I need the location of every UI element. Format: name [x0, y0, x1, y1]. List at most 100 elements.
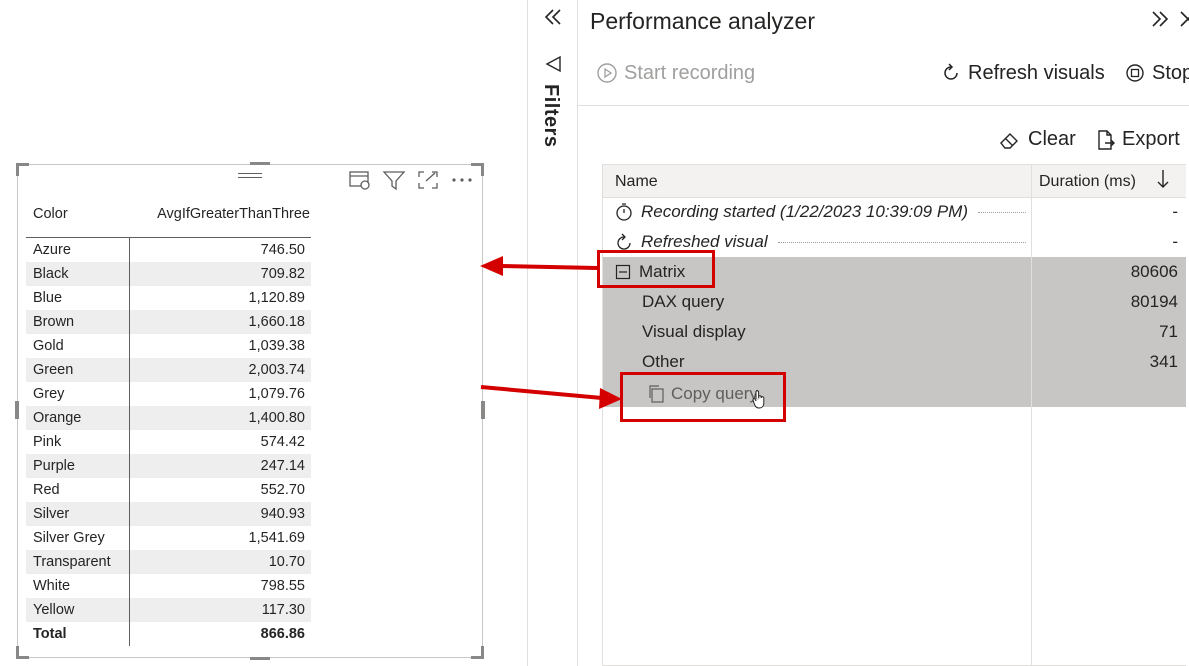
grid-row-duration: 71 — [1159, 322, 1178, 341]
start-recording-button[interactable]: Start recording — [596, 58, 755, 88]
column-header-duration[interactable]: Duration (ms) — [1039, 173, 1136, 191]
toolbar-divider — [578, 105, 1189, 106]
matrix-row-color: Orange — [26, 406, 130, 430]
export-icon — [1098, 129, 1115, 150]
matrix-row[interactable]: White 798.55 — [26, 574, 311, 598]
matrix-row-value: 247.14 — [129, 454, 311, 478]
matrix-row[interactable]: Pink 574.42 — [26, 430, 311, 454]
grid-row-visual-display[interactable]: Visual display 71 — [603, 317, 1186, 347]
matrix-row-color: Black — [26, 262, 130, 286]
matrix-row-value: 798.55 — [260, 578, 305, 594]
matrix-row-color: Yellow — [26, 598, 130, 622]
matrix-row[interactable]: Gold 1,039.38 — [26, 334, 311, 358]
matrix-row[interactable]: Brown 1,660.18 — [26, 310, 311, 334]
resize-handle-bottom[interactable] — [250, 657, 270, 660]
matrix-row[interactable]: Purple 247.14 — [26, 454, 311, 478]
matrix-row[interactable]: Black 709.82 — [26, 262, 311, 286]
grid-row-dax-query[interactable]: DAX query 80194 — [603, 287, 1186, 317]
expand-filters-icon[interactable] — [542, 6, 564, 33]
matrix-row-value: 10.70 — [129, 550, 311, 574]
matrix-row-color: Silver Grey — [26, 526, 130, 550]
matrix-row[interactable]: Green 2,003.74 — [26, 358, 311, 382]
matrix-row[interactable]: Transparent 10.70 — [26, 550, 311, 574]
export-label: Export — [1122, 128, 1180, 150]
pane-title: Performance analyzer — [590, 8, 815, 34]
matrix-row[interactable]: Red 552.70 — [26, 478, 311, 502]
grid-header: Name Duration (ms) — [603, 165, 1186, 198]
filters-label[interactable]: Filters — [539, 84, 562, 148]
matrix-row-value: 1,120.89 — [248, 290, 305, 306]
eraser-icon — [1000, 132, 1018, 149]
matrix-row-color: Silver — [26, 502, 130, 526]
matrix-row-value: 117.30 — [129, 598, 311, 622]
grid-row-duration: 80606 — [1130, 262, 1178, 281]
filters-pane-collapsed[interactable]: Filters — [527, 0, 577, 666]
grid-row-label: Recording started (1/22/2023 10:39:09 PM… — [641, 202, 968, 221]
matrix-row-color: Blue — [26, 286, 130, 310]
visual-header-icons — [348, 169, 474, 191]
highlight-box-matrix — [597, 250, 715, 288]
sort-descending-icon[interactable] — [1156, 167, 1170, 197]
refresh-icon — [944, 63, 958, 80]
stop-label: Stop — [1152, 61, 1189, 84]
arrowhead-left — [480, 256, 503, 276]
focus-mode-icon[interactable] — [416, 169, 440, 191]
grid-row-label: Refreshed visual — [641, 232, 768, 251]
grid-row-label: DAX query — [642, 292, 725, 311]
row-dot-leader — [778, 242, 1026, 243]
matrix-row[interactable]: Silver Grey 1,541.69 — [26, 526, 311, 550]
matrix-row[interactable]: Silver 940.93 — [26, 502, 311, 526]
matrix-row-value: 746.50 — [260, 242, 305, 258]
matrix-total-value: 866.86 — [260, 626, 305, 642]
resize-handle-top[interactable] — [250, 162, 270, 165]
stop-circle-icon — [1126, 64, 1144, 82]
stop-button[interactable]: Stop — [1124, 58, 1189, 88]
grid-row-duration: 341 — [1149, 352, 1178, 371]
matrix-row-value: 574.42 — [260, 434, 305, 450]
column-header-name[interactable]: Name — [615, 173, 658, 191]
matrix-row[interactable]: Orange 1,400.80 — [26, 406, 311, 430]
clear-button[interactable]: Clear — [998, 128, 1076, 151]
drag-grip-icon[interactable] — [238, 173, 262, 181]
column-header-color[interactable]: Color — [26, 205, 130, 238]
collapse-pane-icon[interactable] — [1149, 8, 1171, 36]
matrix-row-value: 1,541.69 — [248, 530, 305, 546]
matrix-row-color: White — [26, 574, 130, 598]
matrix-row-color: Transparent — [26, 550, 130, 574]
matrix-row[interactable]: Grey 1,079.76 — [26, 382, 311, 406]
matrix-row[interactable]: Blue 1,120.89 — [26, 286, 311, 310]
stopwatch-icon — [616, 203, 632, 221]
matrix-row[interactable]: Azure 746.50 — [26, 237, 311, 262]
highlight-box-copy-query — [620, 372, 786, 422]
matrix-row-value: 940.93 — [129, 502, 311, 526]
resize-handle-bottom-left[interactable] — [16, 646, 29, 659]
play-circle-icon — [597, 63, 617, 83]
matrix-row-value: 1,400.80 — [129, 406, 311, 430]
matrix-row-color: Pink — [26, 430, 130, 454]
filter-funnel-icon — [544, 54, 564, 79]
matrix-table: Color AvgIfGreaterThanThree Azure 746.50 B… — [26, 205, 311, 646]
performance-analyzer-pane: Performance analyzer Start recording Ref… — [577, 0, 1189, 666]
close-pane-icon[interactable] — [1177, 8, 1189, 36]
drill-through-icon[interactable] — [348, 169, 372, 191]
refresh-visuals-label: Refresh visuals — [968, 61, 1105, 84]
filter-icon[interactable] — [382, 169, 406, 191]
resize-handle-left[interactable] — [15, 401, 19, 419]
refresh-visuals-button[interactable]: Refresh visuals — [940, 58, 1105, 88]
resize-handle-top-left[interactable] — [16, 163, 29, 176]
row-dot-leader — [978, 212, 1026, 213]
matrix-row-value: 552.70 — [260, 482, 305, 498]
clear-label: Clear — [1028, 128, 1076, 150]
matrix-row-value: 709.82 — [129, 262, 311, 286]
grid-row-label: Other — [642, 352, 685, 371]
grid-row-duration: 80194 — [1130, 292, 1178, 311]
matrix-visual[interactable]: Color AvgIfGreaterThanThree Azure 746.50 B… — [15, 162, 485, 660]
export-button[interactable]: Export — [1094, 128, 1180, 151]
resize-handle-bottom-right[interactable] — [471, 646, 484, 659]
resize-handle-right[interactable] — [481, 401, 485, 419]
matrix-row[interactable]: Yellow 117.30 — [26, 598, 311, 622]
column-header-measure[interactable]: AvgIfGreaterThanThree — [130, 205, 312, 238]
matrix-row-color: Gold — [26, 334, 130, 358]
more-options-icon[interactable] — [450, 169, 474, 191]
grid-row-recording-started[interactable]: Recording started (1/22/2023 10:39:09 PM… — [603, 197, 1186, 227]
